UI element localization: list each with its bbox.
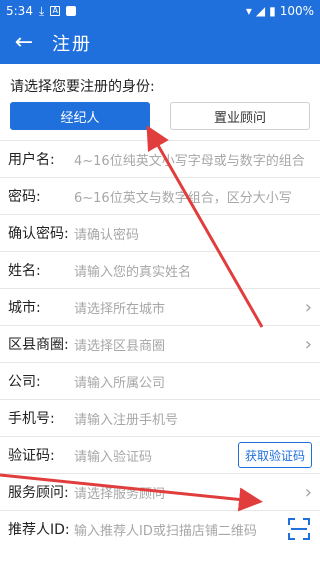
code-input[interactable]: 请输入验证码 <box>74 446 238 465</box>
referrer-row[interactable]: 推荐人ID: 输入推荐人ID或扫描店铺二维码 <box>0 510 320 547</box>
battery-level: 100% <box>279 4 314 18</box>
signal-icon: ◢ <box>255 4 266 18</box>
username-input[interactable]: 4~16位纯英文小写字母或与数字的组合 <box>74 150 312 169</box>
city-select[interactable]: 请选择所在城市 <box>74 298 299 317</box>
role-consultant-button[interactable]: 置业顾问 <box>170 102 310 130</box>
district-label: 区县商圈: <box>8 337 69 353</box>
notification-icon: A <box>50 6 61 16</box>
password-row[interactable]: 密码: 6~16位英文与数字组合，区分大小写 <box>0 177 320 214</box>
chevron-right-icon[interactable]: › <box>305 297 312 318</box>
code-row[interactable]: 验证码: 请输入验证码 获取验证码 <box>0 436 320 473</box>
status-time: 5:34 <box>6 4 33 18</box>
city-row[interactable]: 城市: 请选择所在城市 › <box>0 288 320 325</box>
name-label: 姓名: <box>8 263 41 279</box>
company-label: 公司: <box>8 374 41 390</box>
company-row[interactable]: 公司: 请输入所属公司 <box>0 362 320 399</box>
username-label: 用户名: <box>8 152 55 168</box>
code-label: 验证码: <box>8 448 55 464</box>
phone-row[interactable]: 手机号: 请输入注册手机号 <box>0 399 320 436</box>
password-label: 密码: <box>8 189 41 205</box>
role-selector: 经纪人 置业顾问 <box>0 102 320 140</box>
calendar-icon <box>66 6 77 16</box>
phone-label: 手机号: <box>8 411 55 427</box>
confirm-password-row[interactable]: 确认密码: 请确认密码 <box>0 214 320 251</box>
password-input[interactable]: 6~16位英文与数字组合，区分大小写 <box>74 187 312 206</box>
chevron-right-icon[interactable]: › <box>305 334 312 355</box>
app-bar: ← 注册 <box>0 22 320 64</box>
city-label: 城市: <box>8 300 41 316</box>
name-input[interactable]: 请输入您的真实姓名 <box>74 261 312 280</box>
scan-qr-icon[interactable] <box>288 518 310 540</box>
chevron-right-icon[interactable]: › <box>305 482 312 503</box>
company-input[interactable]: 请输入所属公司 <box>74 372 312 391</box>
wifi-icon: ▾ <box>245 4 252 18</box>
role-prompt: 请选择您要注册的身份: <box>10 79 155 95</box>
role-broker-button[interactable]: 经纪人 <box>10 102 150 130</box>
back-arrow-icon[interactable]: ← <box>10 29 38 57</box>
confirm-password-label: 确认密码: <box>8 226 69 242</box>
advisor-select[interactable]: 请选择服务顾问 <box>74 483 299 502</box>
confirm-password-input[interactable]: 请确认密码 <box>74 224 312 243</box>
district-row[interactable]: 区县商圈: 请选择区县商圈 › <box>0 325 320 362</box>
download-icon: ⤓ <box>38 3 45 18</box>
advisor-label: 服务顾问: <box>8 485 69 501</box>
referrer-input[interactable]: 输入推荐人ID或扫描店铺二维码 <box>74 520 288 539</box>
page-title: 注册 <box>52 34 92 55</box>
status-bar: 5:34 ⤓ A ▾ ◢ ▮ 100% <box>0 0 320 22</box>
battery-icon: ▮ <box>269 4 276 18</box>
district-select[interactable]: 请选择区县商圈 <box>74 335 299 354</box>
advisor-row[interactable]: 服务顾问: 请选择服务顾问 › <box>0 473 320 510</box>
phone-input[interactable]: 请输入注册手机号 <box>74 409 312 428</box>
username-row[interactable]: 用户名: 4~16位纯英文小写字母或与数字的组合 <box>0 140 320 177</box>
get-code-button[interactable]: 获取验证码 <box>237 442 312 468</box>
referrer-label: 推荐人ID: <box>8 522 70 538</box>
name-row[interactable]: 姓名: 请输入您的真实姓名 <box>0 251 320 288</box>
